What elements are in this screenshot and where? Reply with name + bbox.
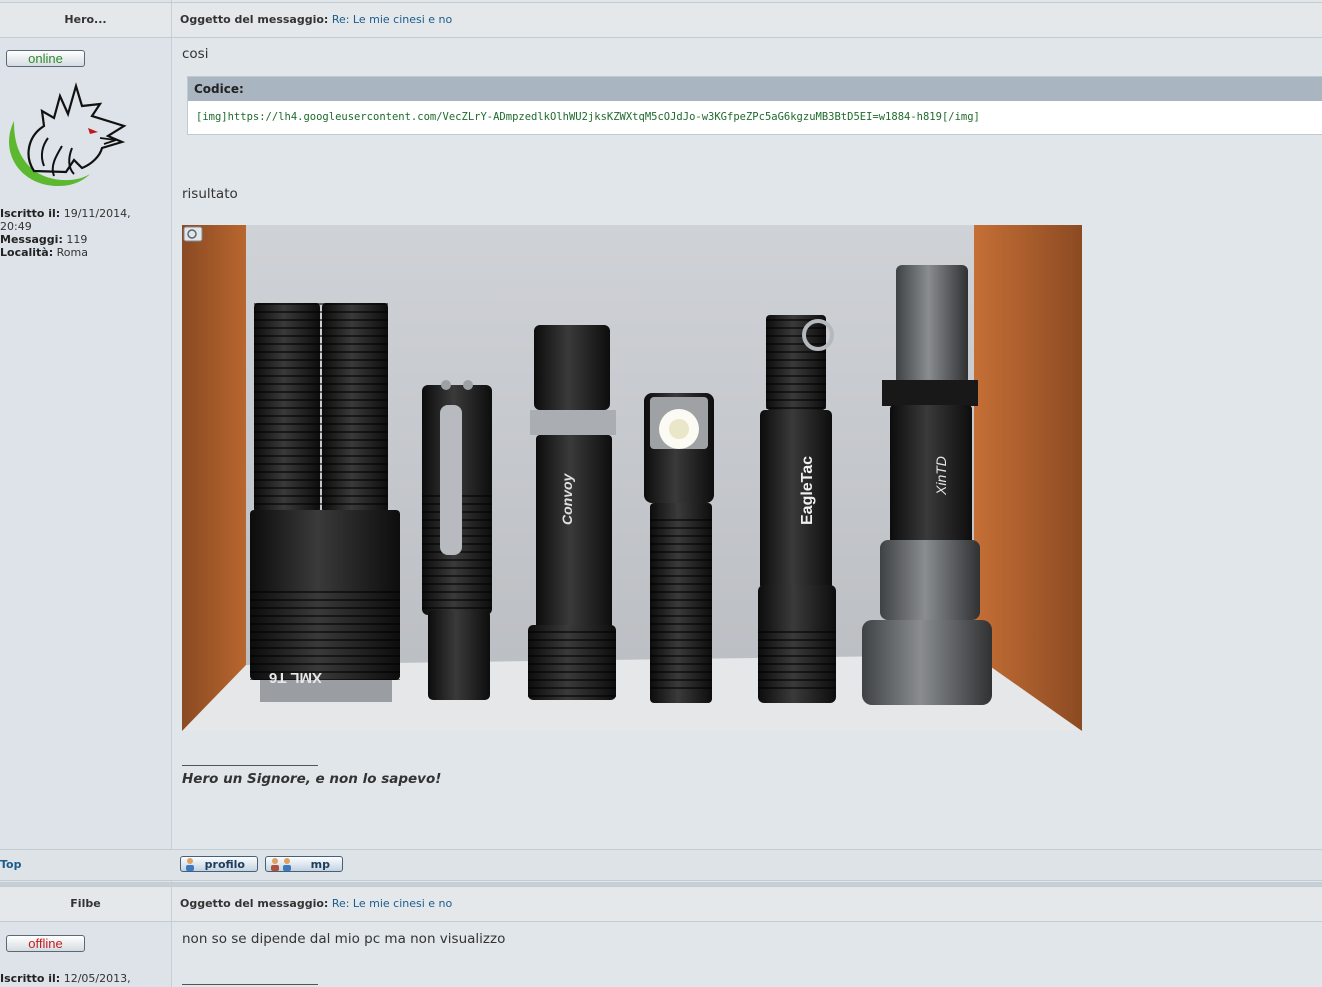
pm-button-label: mp <box>310 858 330 871</box>
location-value: Roma <box>56 246 88 259</box>
author-name[interactable]: Filbe <box>0 887 172 921</box>
flashlight-clip <box>422 380 492 700</box>
post-footer: Top profilo mp <box>0 849 1322 881</box>
joined-date: 12/05/2013, <box>63 972 131 985</box>
label-xml: XML T6 <box>269 669 322 686</box>
zoom-icon[interactable] <box>183 226 203 242</box>
code-block-content[interactable]: [img]https://lh4.googleusercontent.com/V… <box>188 101 1322 133</box>
author-info: Iscritto il: 19/11/2014, 20:49 Messaggi:… <box>0 207 131 259</box>
pm-button[interactable]: mp <box>265 856 343 872</box>
author-name[interactable]: Hero... <box>0 3 172 37</box>
message-text: non so se dipende dal mio pc ma non visu… <box>182 931 506 947</box>
message-text-second: risultato <box>182 186 238 202</box>
label-eagletac: EagleTac <box>799 456 816 525</box>
status-offline-badge: offline <box>6 935 85 952</box>
subject-link[interactable]: Re: Le mie cinesi e no <box>332 13 452 26</box>
flashlight-convoy: Convoy <box>528 325 616 700</box>
post-1: Hero... Oggetto del messaggio: Re: Le mi… <box>0 0 1322 882</box>
post-header: Hero... Oggetto del messaggio: Re: Le mi… <box>0 2 1322 38</box>
messages-count: 119 <box>66 233 88 246</box>
code-block-header: Codice: <box>188 77 1322 101</box>
subject-link[interactable]: Re: Le mie cinesi e no <box>332 897 452 910</box>
users-icon <box>269 857 295 876</box>
joined-label: Iscritto il: <box>0 207 61 220</box>
flashlight-xml: XML T6 <box>250 303 400 702</box>
label-convoy: Convoy <box>559 472 575 525</box>
message-text-first: cosi <box>182 46 209 62</box>
top-link[interactable]: Top <box>0 850 21 880</box>
avatar <box>9 82 127 186</box>
label-xintd: XinTD <box>933 456 949 496</box>
signature: Hero un Signore, e non lo sapevo! <box>182 771 442 787</box>
subject-line: Oggetto del messaggio: Re: Le mie cinesi… <box>180 3 452 37</box>
signature-divider <box>182 765 318 766</box>
joined-time: 20:49 <box>0 220 32 233</box>
location-label: Località: <box>0 246 54 259</box>
subject-label: Oggetto del messaggio: <box>180 13 329 26</box>
signature-divider <box>182 984 318 985</box>
code-block: Codice: [img]https://lh4.googleuserconte… <box>187 76 1322 135</box>
status-online-badge: online <box>6 50 85 67</box>
post-header: Filbe Oggetto del messaggio: Re: Le mie … <box>0 886 1322 922</box>
flashlights-photo[interactable]: XML T6 Convoy EagleTac XinTD <box>182 225 1082 731</box>
messages-label: Messaggi: <box>0 233 63 246</box>
post-2: Filbe Oggetto del messaggio: Re: Le mie … <box>0 886 1322 987</box>
profile-button[interactable]: profilo <box>180 856 258 872</box>
joined-label: Iscritto il: <box>0 972 61 985</box>
profile-button-label: profilo <box>204 858 245 871</box>
subject-line: Oggetto del messaggio: Re: Le mie cinesi… <box>180 887 452 921</box>
author-info: Iscritto il: 12/05/2013, <box>0 972 131 985</box>
flashlight-headlamp <box>644 393 714 703</box>
subject-label: Oggetto del messaggio: <box>180 897 329 910</box>
flashlight-eagletac: EagleTac <box>758 315 836 703</box>
joined-date: 19/11/2014, <box>63 207 131 220</box>
user-icon <box>184 857 198 876</box>
